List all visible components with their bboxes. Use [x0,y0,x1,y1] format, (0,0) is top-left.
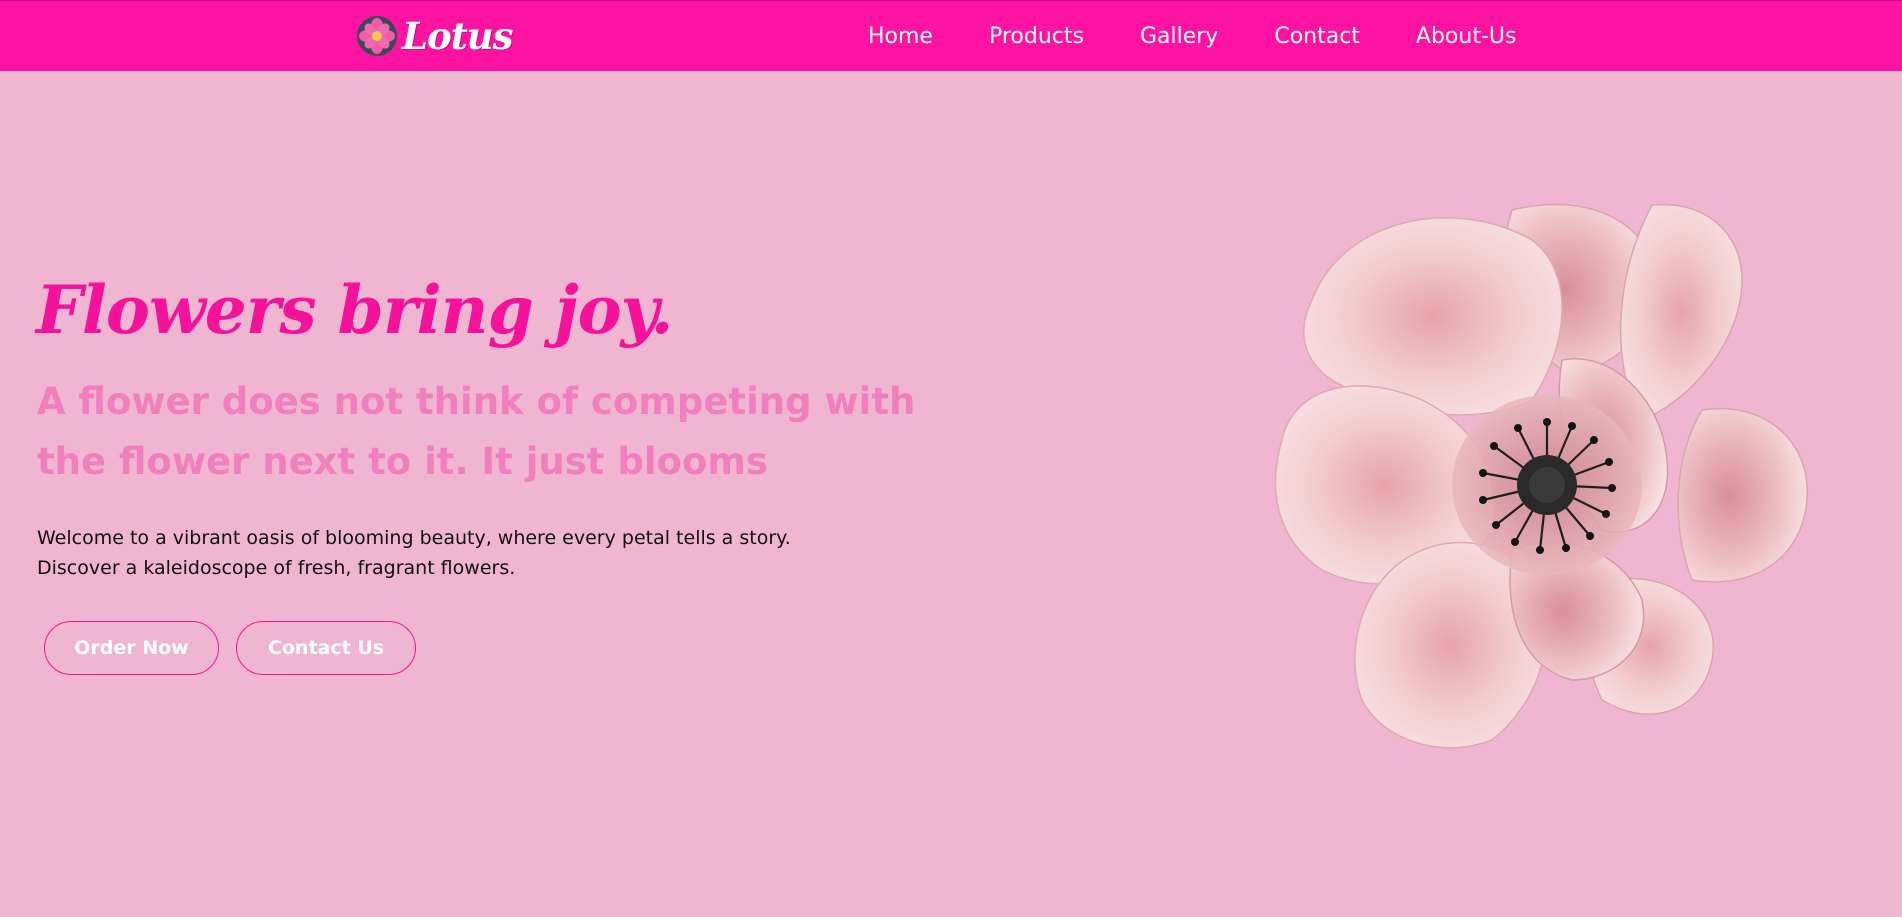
landing-page: Lotus Home Products Gallery Contact Abou… [0,0,1902,917]
hero-title: Flowers bring joy. [36,271,673,349]
hero-description: Welcome to a vibrant oasis of blooming b… [37,523,917,583]
nav-link-about-us[interactable]: About-Us [1416,24,1517,49]
hero-quote: A flower does not think of competing wit… [37,380,916,483]
pink-watercolor-flower-image [1274,203,1808,749]
nav-menu: Home Products Gallery Contact About-Us [840,1,1544,72]
order-now-button[interactable]: Order Now [44,621,219,675]
nav-link-contact[interactable]: Contact [1274,24,1360,49]
lotus-flower-logo-icon [357,16,397,56]
top-navbar: Lotus Home Products Gallery Contact Abou… [0,0,1902,71]
nav-link-gallery[interactable]: Gallery [1140,24,1218,49]
hero-description-line-1: Welcome to a vibrant oasis of blooming b… [37,527,791,549]
hero-description-line-2: Discover a kaleidoscope of fresh, fragra… [37,557,516,579]
contact-us-button[interactable]: Contact Us [236,621,416,675]
nav-link-home[interactable]: Home [868,24,933,49]
brand-name: Lotus [402,14,514,58]
brand-logo-link[interactable]: Lotus [356,13,514,59]
nav-link-products[interactable]: Products [989,24,1084,49]
